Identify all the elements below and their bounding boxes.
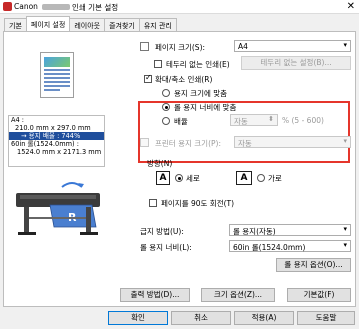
roll-size-value: 1524.0 mm x 2171.3 mm — [17, 148, 102, 156]
scale-ratio: → 용지 배율 : 744% — [9, 132, 104, 140]
spinner-icon: ⬍ — [268, 115, 274, 123]
redacted-printer-model — [42, 4, 70, 10]
cancel-button[interactable]: 취소 — [171, 311, 231, 325]
preview-text-line — [44, 73, 70, 75]
portrait-icon: A — [156, 171, 170, 185]
tab-bar: 기본 페이지 설정 레이아웃 즐겨찾기 유지 관리 — [4, 16, 177, 32]
printer-paper-size-value: 자동 — [238, 139, 252, 148]
window-title: 인쇄 기본 설정 — [72, 3, 119, 12]
close-button[interactable]: ✕ — [347, 1, 355, 12]
tab-layout[interactable]: 레이아웃 — [69, 18, 106, 31]
tab-maintenance[interactable]: 유지 관리 — [138, 18, 177, 31]
borderless-label: 테두리 없는 인쇄(E) — [166, 60, 230, 69]
page-size-select[interactable]: A4 ▾ — [234, 40, 351, 52]
chevron-down-icon: ▾ — [343, 41, 347, 49]
paper-source-label: 급지 방법(U): — [140, 227, 184, 236]
output-method-button[interactable]: 출력 방법(D)... — [120, 288, 190, 302]
borderless-checkbox[interactable] — [154, 60, 162, 68]
tab-favorites[interactable]: 즐겨찾기 — [104, 18, 140, 31]
printer-illustration: R — [16, 182, 100, 235]
original-size-label: A4 : — [11, 116, 25, 124]
window-brand: Canon — [14, 2, 38, 11]
page-size-icon — [140, 42, 149, 51]
original-size-value: 210.0 mm x 297.0 mm — [15, 124, 91, 132]
roll-width-value: 60in 롤(1524.0mm) — [233, 243, 306, 252]
size-options-button[interactable]: 크기 옵션(Z)... — [201, 288, 275, 302]
printer-paper-size-select[interactable]: 자동 ▾ — [234, 136, 351, 148]
scaling-range-hint: % (5 - 600) — [282, 116, 324, 125]
preview-text-line — [44, 77, 70, 79]
portrait-radio[interactable] — [175, 174, 183, 182]
landscape-icon: A — [236, 171, 252, 185]
paper-source-select[interactable]: 롤 용지(자동) ▾ — [229, 224, 351, 236]
tab-basic[interactable]: 기본 — [4, 18, 27, 31]
portrait-label: 세로 — [186, 174, 200, 183]
roll-size-label: 60in 롤(1524.0mm) : — [11, 140, 79, 148]
page-size-label: 페이지 크기(S): — [155, 43, 206, 52]
rotate-90-checkbox[interactable] — [149, 199, 157, 207]
landscape-radio[interactable] — [257, 174, 265, 182]
chevron-down-icon: ▾ — [343, 225, 347, 233]
enlarge-reduce-checkbox[interactable] — [144, 73, 152, 83]
scaling-value: 자동 — [234, 117, 248, 126]
fit-paper-radio[interactable] — [162, 89, 170, 97]
borderless-settings-button[interactable]: 테두리 없는 설정(B)... — [241, 56, 351, 70]
help-button[interactable]: 도움말 — [297, 311, 355, 325]
fit-roll-radio[interactable] — [162, 103, 170, 111]
printer-paper-size-label: 프린터 용지 크기(P): — [155, 139, 221, 148]
title-bar: Canon 인쇄 기본 설정 ✕ — [0, 0, 359, 14]
paper-source-value: 롤 용지(자동) — [233, 227, 276, 236]
roll-width-select[interactable]: 60in 롤(1524.0mm) ▾ — [229, 240, 351, 252]
preview-text-line — [44, 89, 60, 91]
orientation-label: 방향(N) — [147, 159, 173, 168]
preview-size-info: A4 : 210.0 mm x 297.0 mm → 용지 배율 : 744% … — [8, 115, 105, 167]
ok-button[interactable]: 확인 — [108, 311, 168, 325]
roll-width-label: 롤 용지 너비(L): — [140, 243, 192, 252]
preview-text-line — [44, 85, 70, 87]
page-setup-panel: A4 : 210.0 mm x 297.0 mm → 용지 배율 : 744% … — [3, 31, 356, 307]
scaling-input[interactable]: 자동 ⬍ — [230, 114, 278, 126]
printer-paper-icon — [140, 138, 149, 147]
roll-options-button[interactable]: 롤 용지 옵션(O)... — [276, 258, 351, 272]
fit-roll-label: 롤 용지 너비에 맞춤 — [174, 103, 237, 112]
rotate-90-label: 페이지를 90도 회전(T) — [161, 199, 235, 208]
page-size-value: A4 — [238, 42, 248, 51]
apply-button[interactable]: 적용(A) — [234, 311, 294, 325]
defaults-button[interactable]: 기본값(F) — [287, 288, 351, 302]
fit-paper-label: 용지 크기에 맞춤 — [174, 89, 228, 98]
tab-page-setup[interactable]: 페이지 설정 — [25, 16, 71, 31]
chevron-down-icon: ▾ — [343, 241, 347, 249]
preview-image — [44, 57, 70, 67]
preview-text-line — [44, 69, 70, 71]
landscape-label: 가로 — [268, 174, 282, 183]
scaling-label: 배율 — [174, 117, 188, 126]
preview-text-line — [44, 81, 70, 83]
scaling-radio[interactable] — [162, 117, 170, 125]
enlarge-reduce-label: 확대/축소 인쇄(R) — [155, 75, 213, 84]
highlight-box — [138, 101, 350, 163]
page-preview — [40, 52, 74, 98]
printer-app-icon — [3, 2, 12, 11]
chevron-down-icon: ▾ — [343, 137, 347, 145]
